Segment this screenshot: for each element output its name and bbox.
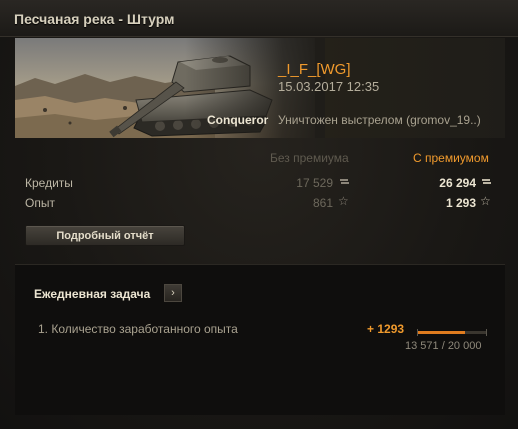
column-premium: С премиумом — [413, 151, 489, 165]
column-no-premium: Без премиума — [270, 151, 349, 165]
progress-end-tick — [486, 329, 487, 336]
experience-premium-value: 1 293 — [445, 196, 476, 210]
credits-icon — [481, 177, 492, 190]
daily-task-progress-text: 13 571 / 20 000 — [405, 340, 482, 352]
progress-start-tick — [417, 329, 418, 336]
xp-star-icon: ☆ — [480, 194, 491, 208]
credits-icon — [339, 177, 350, 190]
experience-no-premium-value: 861 — [312, 196, 333, 210]
daily-task-progress-fill — [417, 331, 465, 334]
chevron-right-icon[interactable]: › — [164, 284, 182, 302]
xp-star-icon: ☆ — [338, 194, 349, 208]
battle-datetime: 15.03.2017 12:35 — [278, 79, 380, 94]
daily-task-item: 1. Количество заработанного опыта — [38, 322, 238, 336]
window-title: Песчаная река - Штурм — [14, 11, 175, 27]
death-reason: Уничтожен выстрелом (gromov_19..) — [278, 113, 481, 127]
title-bar: Песчаная река - Штурм — [0, 0, 518, 37]
credits-no-premium-value: 17 529 — [296, 176, 333, 190]
experience-label: Опыт — [25, 196, 55, 210]
daily-task-gain: + 1293 — [367, 322, 405, 336]
detailed-report-button[interactable]: Подробный отчёт — [25, 225, 185, 246]
vehicle-name: Conqueror — [207, 113, 269, 127]
credits-premium-value: 26 294 — [439, 176, 476, 190]
player-name: _I_F_[WG] — [278, 61, 351, 78]
daily-task-progress-bar — [417, 329, 487, 336]
credits-label: Кредиты — [25, 176, 73, 190]
daily-task-title: Ежедневная задача — [34, 287, 151, 301]
battle-results-window: Песчаная река - Штурм _I_F_[WG] 15.03.20… — [0, 0, 518, 429]
